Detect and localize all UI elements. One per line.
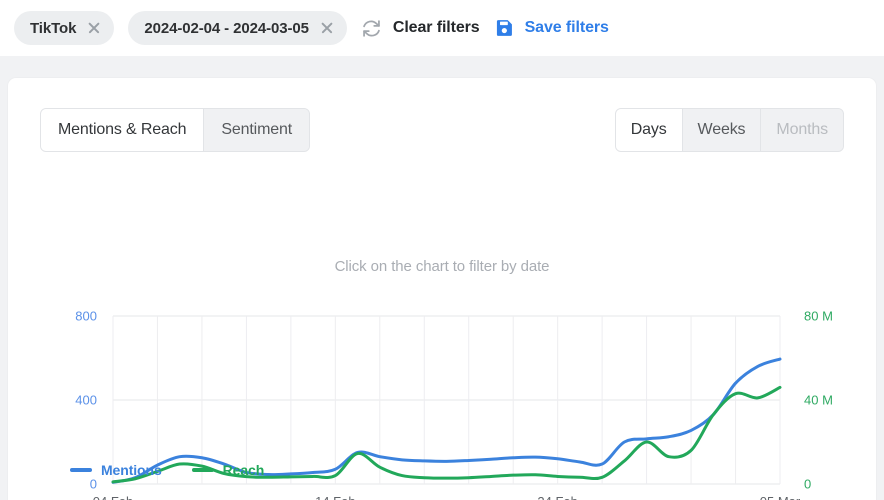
close-icon[interactable]	[86, 20, 102, 36]
granularity-tab-group: Days Weeks Months	[615, 108, 844, 152]
legend-swatch-reach	[192, 468, 214, 472]
legend-label-reach: Reach	[223, 462, 265, 478]
tab-days-label: Days	[631, 121, 667, 139]
chart-legend: Mentions Reach	[70, 462, 264, 478]
close-icon[interactable]	[319, 20, 335, 36]
tab-days[interactable]: Days	[616, 109, 683, 151]
save-filters-label: Save filters	[525, 19, 609, 37]
right-axis-tick: 80 M	[804, 309, 833, 324]
x-axis-tick: 04 Feb	[93, 494, 133, 500]
legend-item-mentions[interactable]: Mentions	[70, 462, 162, 478]
x-axis-tick: 14 Feb	[315, 494, 355, 500]
filter-bar: TikTok 2024-02-04 - 2024-03-05 Clear fil…	[0, 0, 884, 56]
right-axis-tick: 0	[804, 477, 811, 492]
x-axis-tick: 05 Mar	[760, 494, 801, 500]
filter-chip-source-label: TikTok	[30, 20, 76, 37]
tab-weeks[interactable]: Weeks	[683, 109, 762, 151]
tab-sentiment[interactable]: Sentiment	[204, 109, 309, 151]
filter-chip-daterange[interactable]: 2024-02-04 - 2024-03-05	[128, 11, 347, 45]
mentions-reach-card: Mentions & Reach Sentiment Days Weeks Mo…	[8, 78, 876, 500]
tab-mentions-and-reach-label: Mentions & Reach	[58, 121, 186, 139]
tab-months[interactable]: Months	[761, 109, 843, 151]
clear-filters-label: Clear filters	[393, 19, 480, 37]
save-icon	[494, 18, 514, 38]
refresh-icon	[361, 18, 382, 39]
bar-card-divider	[0, 56, 884, 78]
x-axis-tick: 24 Feb	[537, 494, 577, 500]
filter-chip-daterange-label: 2024-02-04 - 2024-03-05	[144, 20, 309, 37]
tab-sentiment-label: Sentiment	[221, 121, 292, 139]
legend-label-mentions: Mentions	[101, 462, 162, 478]
filter-chip-source[interactable]: TikTok	[14, 11, 114, 45]
tab-months-label: Months	[776, 121, 828, 139]
right-axis-tick: 40 M	[804, 393, 833, 408]
left-axis-tick: 800	[75, 309, 97, 324]
left-axis-tick: 400	[75, 393, 97, 408]
tab-mentions-and-reach[interactable]: Mentions & Reach	[41, 109, 204, 151]
legend-swatch-mentions	[70, 468, 92, 472]
card-header: Mentions & Reach Sentiment Days Weeks Mo…	[8, 78, 876, 152]
legend-item-reach[interactable]: Reach	[192, 462, 265, 478]
chart-hint: Click on the chart to filter by date	[8, 258, 876, 275]
save-filters-button[interactable]: Save filters	[494, 18, 609, 38]
metric-tab-group: Mentions & Reach Sentiment	[40, 108, 310, 152]
clear-filters-button[interactable]: Clear filters	[361, 18, 480, 39]
left-axis-tick: 0	[90, 477, 97, 492]
tab-weeks-label: Weeks	[698, 121, 746, 139]
